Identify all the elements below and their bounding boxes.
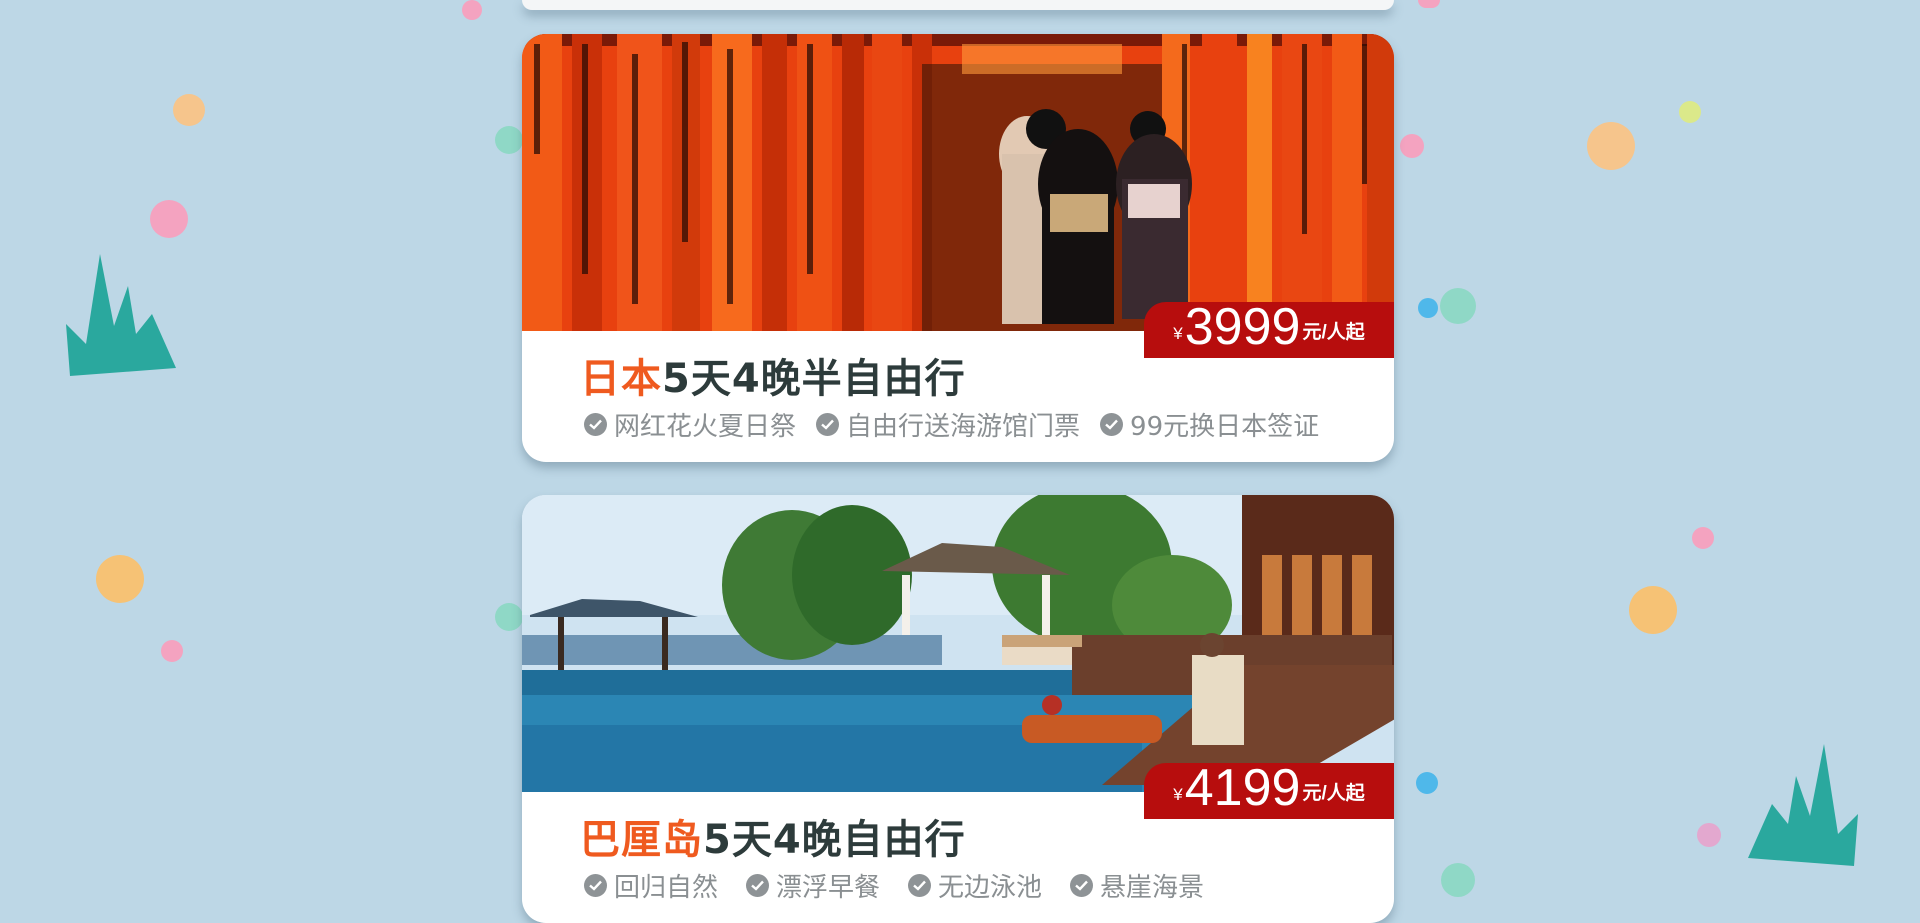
destination-name: 巴厘岛 <box>580 817 703 863</box>
trip-name: 5天4晚半自由行 <box>662 356 966 402</box>
decor-dot <box>462 0 482 20</box>
price-badge: ¥ 3999 元/人起 <box>1144 298 1394 358</box>
trip-title: 巴厘岛5天4晚自由行 <box>580 807 966 865</box>
decor-dot <box>1440 288 1476 324</box>
feature-tag-label: 99元换日本签证 <box>1130 412 1320 442</box>
check-icon <box>816 413 840 436</box>
grass-decoration <box>1748 744 1858 866</box>
check-icon <box>584 413 607 436</box>
feature-tag-label: 悬崖海景 <box>1100 873 1205 903</box>
feature-tag: 自由行送海游馆门票 <box>816 406 1080 443</box>
grass-decoration <box>66 254 176 376</box>
feature-tag: 无边泳池 <box>908 867 1042 904</box>
trip-title: 日本5天4晚半自由行 <box>580 346 966 404</box>
feature-tag: 回归自然 <box>584 867 718 904</box>
price-amount: 4199 <box>1184 759 1301 817</box>
feature-tags: 回归自然 漂浮早餐 无边泳池 悬崖海景 <box>584 867 1224 904</box>
check-icon <box>1070 874 1094 897</box>
feature-tag-label: 自由行送海游馆门票 <box>846 412 1081 442</box>
decor-dot <box>1400 134 1424 158</box>
previous-card-edge <box>522 0 1394 10</box>
bali-pool-photo <box>522 495 1394 792</box>
check-icon <box>746 874 770 897</box>
feature-tag-label: 回归自然 <box>614 873 719 903</box>
decor-dot <box>1418 298 1438 318</box>
feature-tag-label: 漂浮早餐 <box>776 873 881 903</box>
decor-dot <box>1629 586 1677 634</box>
feature-tags: 网红花火夏日祭 自由行送海游馆门票 99元换日本签证 <box>584 406 1339 443</box>
feature-tag: 悬崖海景 <box>1070 867 1204 904</box>
travel-card-japan[interactable]: ¥ 3999 元/人起 日本5天4晚半自由行 网红花火夏日祭 自由行送海游馆门票… <box>522 34 1394 462</box>
price-currency: ¥ <box>1173 785 1183 804</box>
decor-dot <box>1441 863 1475 897</box>
price-unit: 元/人起 <box>1302 783 1365 804</box>
feature-tag-label: 无边泳池 <box>938 873 1043 903</box>
trip-name: 5天4晚自由行 <box>703 817 966 863</box>
price-currency: ¥ <box>1173 324 1183 343</box>
decor-dot <box>96 555 144 603</box>
destination-name: 日本 <box>580 356 662 402</box>
decor-dot <box>1418 0 1440 8</box>
check-icon <box>1100 413 1124 436</box>
check-icon <box>584 874 607 897</box>
price-unit: 元/人起 <box>1302 322 1365 343</box>
decor-dot <box>1692 527 1714 549</box>
check-icon <box>908 874 932 897</box>
decor-dot <box>1697 823 1721 847</box>
decor-dot <box>173 94 205 126</box>
price-badge: ¥ 4199 元/人起 <box>1144 759 1394 819</box>
decor-dot <box>495 603 523 631</box>
travel-card-bali[interactable]: ¥ 4199 元/人起 巴厘岛5天4晚自由行 回归自然 漂浮早餐 无边泳池 悬崖… <box>522 495 1394 923</box>
decor-dot <box>495 126 523 154</box>
decor-dot <box>1587 122 1635 170</box>
japan-torii-photo <box>522 34 1394 331</box>
decor-dot <box>1679 101 1701 123</box>
price-amount: 3999 <box>1184 298 1301 356</box>
decor-dot <box>1416 772 1438 794</box>
feature-tag-label: 网红花火夏日祭 <box>614 412 797 442</box>
feature-tag: 网红花火夏日祭 <box>584 406 796 443</box>
feature-tag: 99元换日本签证 <box>1100 406 1319 443</box>
decor-dot <box>161 640 183 662</box>
feature-tag: 漂浮早餐 <box>746 867 880 904</box>
decor-dot <box>150 200 188 238</box>
